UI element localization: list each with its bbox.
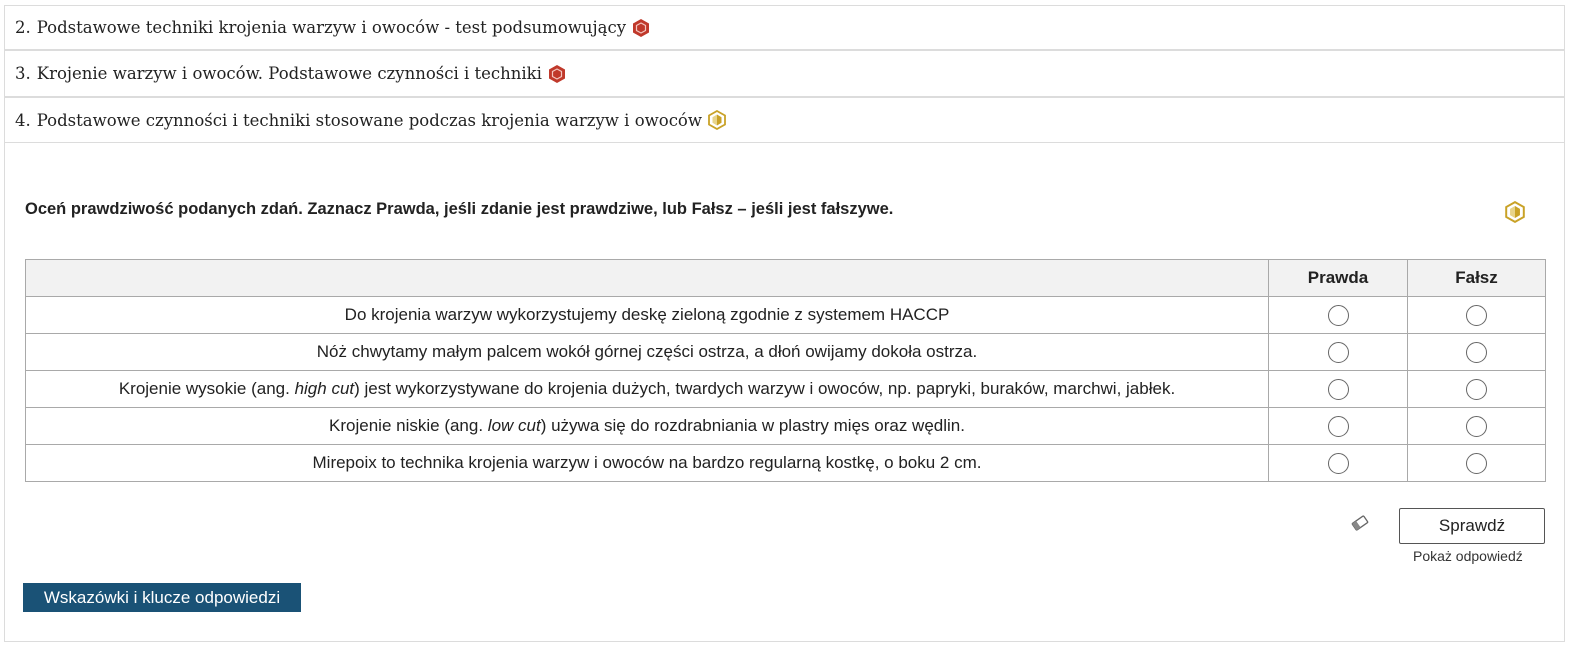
false-radio[interactable] (1466, 415, 1487, 437)
accordion-item-4[interactable]: 4. Podstawowe czynności i techniki stoso… (4, 97, 1565, 143)
table-row: Krojenie wysokie (ang. high cut) jest wy… (25, 370, 1546, 408)
hexagon-half-yellow-icon (1505, 201, 1525, 223)
hexagon-red-icon (633, 18, 650, 37)
exercise-instruction: Oceń prawdziwość podanych zdań. Zaznacz … (25, 200, 894, 218)
statement-cell: Do krojenia warzyw wykorzystujemy deskę … (25, 296, 1269, 334)
false-cell (1407, 296, 1546, 334)
false-column-header: Fałsz (1407, 259, 1546, 297)
accordion-item-number: 2. (15, 18, 31, 37)
true-radio[interactable] (1327, 341, 1349, 363)
statement-column-header (25, 259, 1269, 297)
statement-cell: Nóż chwytamy małym palcem wokół górnej c… (25, 333, 1269, 371)
hexagon-red-icon (548, 64, 565, 83)
true-cell (1268, 407, 1408, 445)
table-header-row: Prawda Fałsz (25, 259, 1546, 297)
false-radio[interactable] (1466, 378, 1487, 400)
statement-cell: Mirepoix to technika krojenia warzyw i o… (25, 444, 1269, 482)
false-cell (1407, 444, 1546, 482)
true-radio[interactable] (1327, 304, 1349, 326)
false-radio[interactable] (1466, 452, 1487, 474)
false-cell (1407, 333, 1546, 371)
true-cell (1268, 296, 1408, 334)
true-radio[interactable] (1327, 378, 1349, 400)
accordion-item-title: Podstawowe czynności i techniki stosowan… (36, 110, 702, 130)
accordion-item-number: 4. (15, 110, 31, 130)
false-cell (1407, 370, 1546, 408)
eraser-icon[interactable] (1350, 514, 1370, 532)
true-radio[interactable] (1327, 452, 1349, 474)
statement-cell: Krojenie wysokie (ang. high cut) jest wy… (25, 370, 1269, 408)
table-row: Nóż chwytamy małym palcem wokół górnej c… (25, 333, 1546, 371)
table-row: Mirepoix to technika krojenia warzyw i o… (25, 444, 1546, 482)
accordion-item-2[interactable]: 2. Podstawowe techniki krojenia warzyw i… (4, 5, 1565, 50)
true-column-header: Prawda (1268, 259, 1408, 297)
true-radio[interactable] (1327, 415, 1349, 437)
exercise-panel: Oceń prawdziwość podanych zdań. Zaznacz … (4, 143, 1565, 642)
true-false-table: Prawda Fałsz Do krojenia warzyw wykorzys… (25, 259, 1546, 482)
accordion-item-3[interactable]: 3. Krojenie warzyw i owoców. Podstawowe … (4, 50, 1565, 97)
check-button[interactable]: Sprawdź (1399, 508, 1545, 544)
true-cell (1268, 370, 1408, 408)
accordion-item-number: 3. (15, 64, 31, 83)
table-row: Do krojenia warzyw wykorzystujemy deskę … (25, 296, 1546, 334)
hexagon-half-yellow-icon (708, 110, 726, 130)
table-row: Krojenie niskie (ang. low cut) używa się… (25, 407, 1546, 445)
false-radio[interactable] (1466, 304, 1487, 326)
hints-and-answer-keys-button[interactable]: Wskazówki i klucze odpowiedzi (23, 583, 301, 612)
false-cell (1407, 407, 1546, 445)
accordion-item-title: Podstawowe techniki krojenia warzyw i ow… (36, 18, 627, 37)
false-radio[interactable] (1466, 341, 1487, 363)
statement-cell: Krojenie niskie (ang. low cut) używa się… (25, 407, 1269, 445)
true-cell (1268, 444, 1408, 482)
show-answer-link[interactable]: Pokaż odpowiedź (1413, 548, 1523, 564)
accordion-item-title: Krojenie warzyw i owoców. Podstawowe czy… (36, 64, 542, 83)
true-cell (1268, 333, 1408, 371)
